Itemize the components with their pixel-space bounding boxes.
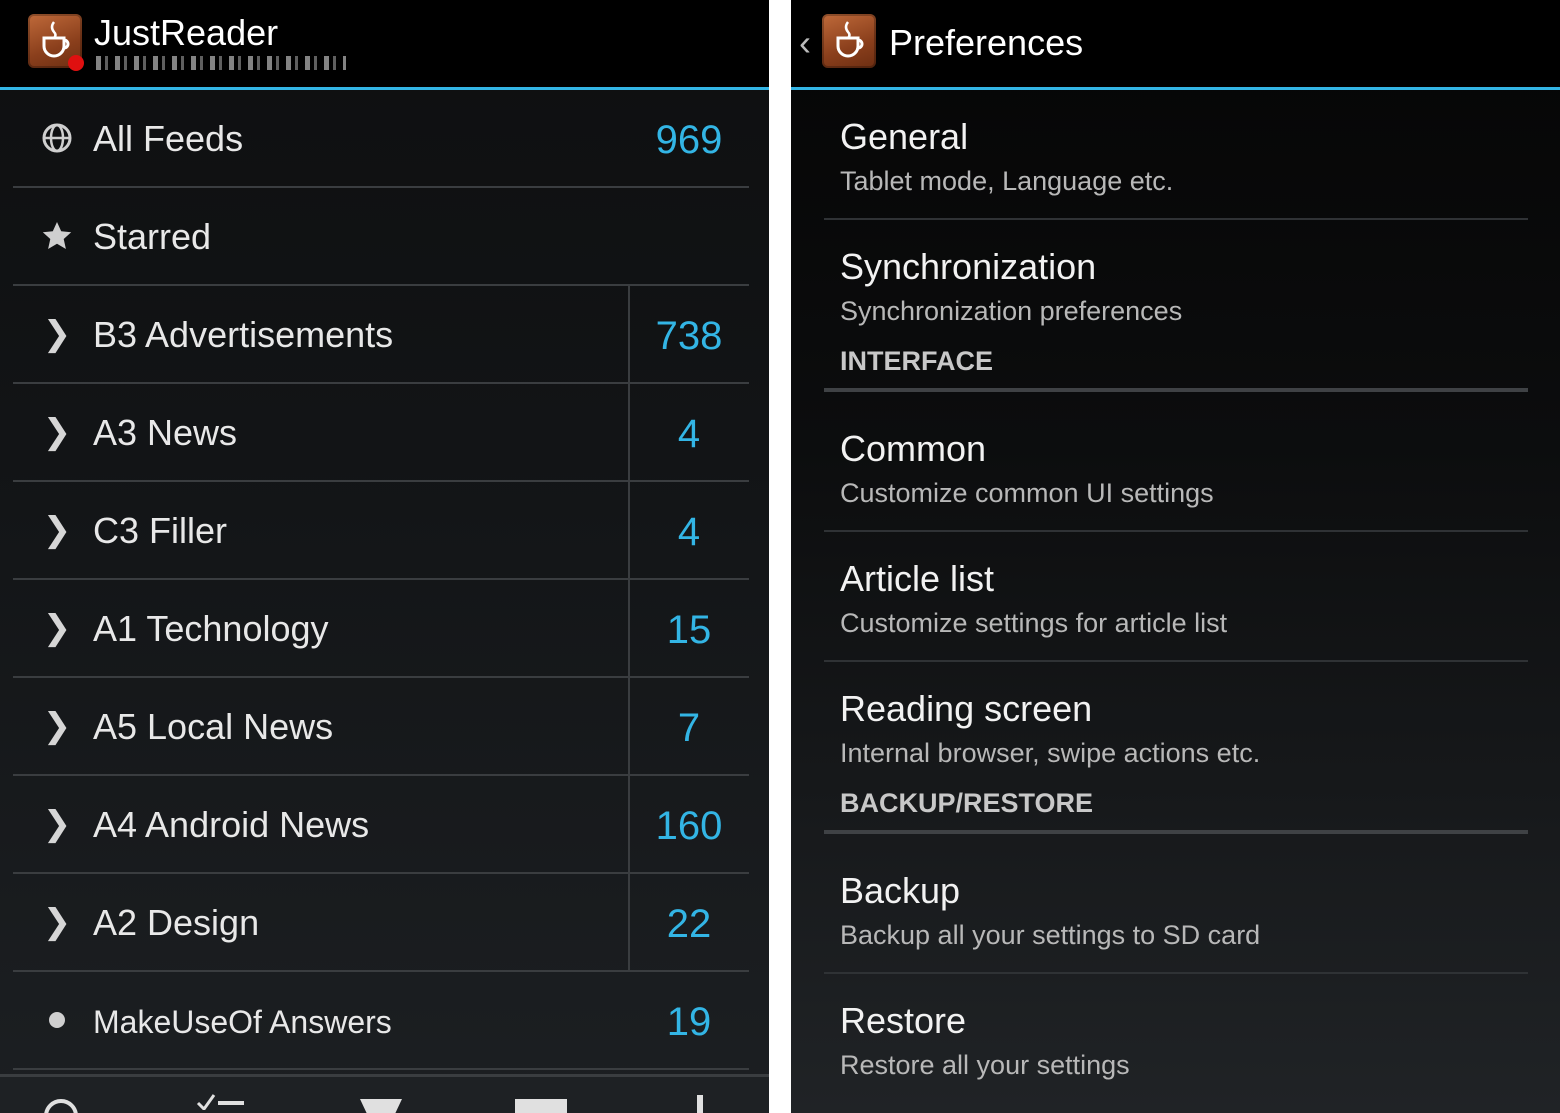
category-title: INTERFACE (840, 346, 994, 376)
preference-item[interactable]: Restore Restore all your settings (824, 974, 1528, 1102)
action-bar: JustReader (0, 0, 769, 90)
preference-item[interactable]: Synchronization Synchronization preferenc… (824, 220, 1528, 348)
preference-title: Common (840, 428, 987, 469)
feed-row[interactable]: ❯ C3 Filler 4 (13, 482, 749, 580)
feed-label: A4 Android News (93, 804, 370, 845)
unread-count[interactable]: 4 (629, 510, 749, 555)
preference-summary: Restore all your settings (840, 1050, 1130, 1080)
feed-label: C3 Filler (93, 510, 228, 551)
category-header: INTERFACE (824, 338, 1528, 392)
preference-summary: Internal browser, swipe actions etc. (840, 738, 1261, 768)
account-subtitle-redacted (96, 56, 346, 70)
preference-title: Restore (840, 1000, 967, 1041)
chevron-right-icon[interactable]: ❯ (41, 611, 73, 645)
feed-label: All Feeds (93, 118, 244, 159)
preference-title: Article list (840, 558, 995, 599)
dot-icon (41, 1004, 73, 1036)
feed-label: A5 Local News (93, 706, 334, 747)
feed-row[interactable]: All Feeds 969 (13, 90, 749, 188)
feed-label: B3 Advertisements (93, 314, 394, 355)
chevron-right-icon[interactable]: ❯ (41, 317, 73, 351)
feed-row[interactable]: MakeUseOf Answers 19 (13, 972, 749, 1070)
filter-icon[interactable] (360, 1097, 402, 1113)
feed-row[interactable]: Starred (13, 188, 749, 286)
globe-icon (41, 122, 73, 154)
unread-count: 19 (666, 1000, 712, 1044)
unread-count: 969 (655, 118, 723, 162)
preference-summary: Tablet mode, Language etc. (840, 166, 1174, 196)
preference-item[interactable]: Reading screen Internal browser, swipe ac… (824, 662, 1528, 790)
category-header: BACKUP/RESTORE (824, 780, 1528, 834)
feed-row[interactable]: ❯ A4 Android News 160 (13, 776, 749, 874)
feed-label: A2 Design (93, 902, 260, 943)
unread-count[interactable]: 160 (629, 804, 749, 849)
chevron-right-icon[interactable]: ❯ (41, 415, 73, 449)
app-logo-icon[interactable] (822, 14, 876, 68)
unread-count[interactable]: 4 (629, 412, 749, 457)
preference-item[interactable]: Common Customize common UI settings (824, 402, 1528, 532)
preference-summary: Synchronization preferences (840, 296, 1183, 326)
action-bar: ‹ Preferences (791, 0, 1560, 90)
app-title: JustReader (94, 12, 279, 53)
feed-label: A3 News (93, 412, 238, 453)
feed-row[interactable]: ❯ A2 Design 22 (13, 874, 749, 972)
feed-row[interactable]: ❯ B3 Advertisements 738 (13, 286, 749, 384)
category-title: BACKUP/RESTORE (840, 788, 1094, 818)
chevron-right-icon[interactable]: ❯ (41, 513, 73, 547)
preference-summary: Customize common UI settings (840, 478, 1214, 508)
mark-read-icon[interactable] (196, 1091, 246, 1110)
preferences-screen: ‹ Preferences General Tablet mode, Langua… (791, 0, 1560, 1113)
unread-count[interactable]: 738 (629, 314, 749, 359)
preference-title: Backup (840, 870, 961, 911)
feed-row[interactable]: ❯ A1 Technology 15 (13, 580, 749, 678)
preference-title: Reading screen (840, 688, 1093, 729)
unread-count[interactable]: 7 (629, 706, 749, 751)
up-caret-icon[interactable]: ‹ (799, 22, 811, 64)
unread-count[interactable]: 15 (629, 608, 749, 653)
bottom-toolbar (0, 1074, 769, 1113)
star-icon (41, 220, 73, 252)
refresh-icon[interactable] (42, 1097, 80, 1113)
feed-row[interactable]: ❯ A5 Local News 7 (13, 678, 749, 776)
view-icon[interactable] (515, 1097, 567, 1113)
feed-label: Starred (93, 216, 212, 257)
page-title: Preferences (889, 22, 1084, 63)
preference-summary: Backup all your settings to SD card (840, 920, 1261, 950)
preference-item[interactable]: Article list Customize settings for artic… (824, 532, 1528, 662)
preference-summary: Customize settings for article list (840, 608, 1228, 638)
preference-item[interactable]: Backup Backup all your settings to SD car… (824, 844, 1528, 974)
chevron-right-icon[interactable]: ❯ (41, 807, 73, 841)
more-icon[interactable] (694, 1095, 706, 1113)
feed-label: MakeUseOf Answers (93, 1004, 392, 1040)
chevron-right-icon[interactable]: ❯ (41, 709, 73, 743)
preference-item[interactable]: General Tablet mode, Language etc. (824, 90, 1528, 220)
preference-title: Synchronization (840, 246, 1097, 287)
feed-list-screen: JustReader All Feeds 969 Starred ❯ B3 Advert… (0, 0, 769, 1113)
feed-row[interactable]: ❯ A3 News 4 (13, 384, 749, 482)
feed-label: A1 Technology (93, 608, 329, 649)
preference-title: General (840, 116, 969, 157)
unread-count[interactable]: 22 (629, 902, 749, 947)
chevron-right-icon[interactable]: ❯ (41, 905, 73, 939)
unread-badge-icon (68, 55, 84, 71)
